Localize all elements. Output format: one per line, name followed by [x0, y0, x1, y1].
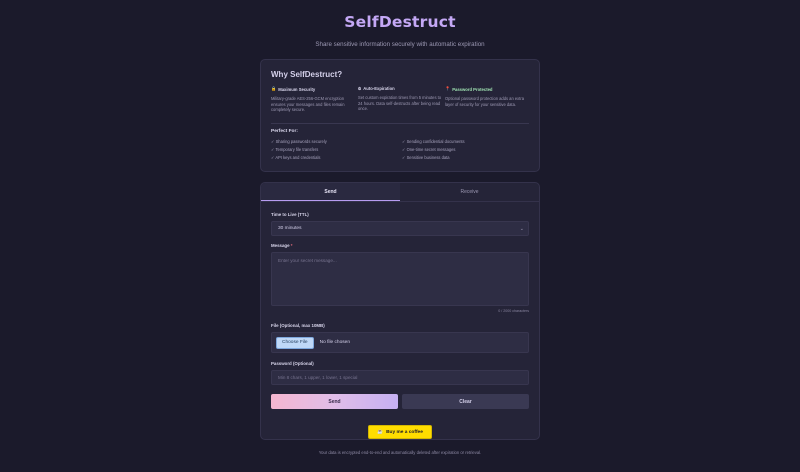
list-item: ✓ Sending confidential documents — [402, 138, 465, 144]
buy-coffee-button[interactable]: ☕ Buy me a coffee — [368, 425, 432, 439]
password-input[interactable]: Min 8 chars, 1 upper, 1 lower, 1 special — [271, 370, 529, 385]
ttl-label: Time to Live (TTL) — [271, 212, 309, 217]
tab-receive[interactable]: Receive — [400, 183, 539, 201]
password-placeholder: Min 8 chars, 1 upper, 1 lower, 1 special — [278, 375, 358, 380]
coffee-label: Buy me a coffee — [386, 429, 423, 435]
file-status: No file chosen — [319, 340, 351, 345]
info-title: Why SelfDestruct? — [271, 70, 343, 79]
list-item: ✓ Temporary file transfers — [271, 147, 319, 153]
feature-desc: Optional password protection adds an ext… — [445, 96, 524, 107]
info-card: Why SelfDestruct? 🔒 Maximum Security Mil… — [260, 59, 540, 172]
feature-list: 🔒 Maximum Security Military-grade AES-25… — [271, 86, 529, 113]
clear-button[interactable]: Clear — [402, 394, 529, 409]
choose-file-button[interactable]: Choose File — [276, 336, 314, 349]
feature-title: Password Protected — [452, 86, 493, 92]
perfect-for-list: ✓ Sharing passwords securely ✓ Sending c… — [271, 139, 529, 161]
hero: SelfDestruct Share sensitive information… — [0, 0, 800, 48]
feature-title: Auto-Expiration — [363, 86, 395, 91]
timer-icon: ⏲ — [358, 86, 362, 91]
lock-icon: 🔒 — [271, 86, 277, 91]
coffee-wrap: ☕ Buy me a coffee — [271, 425, 529, 439]
send-button[interactable]: Send — [271, 394, 398, 409]
coffee-icon: ☕ — [377, 429, 384, 435]
list-item: ✓ API keys and credentials — [271, 155, 321, 161]
password-label: Password (Optional) — [271, 361, 314, 366]
footer-note: Your data is encrypted end-to-end and au… — [318, 450, 482, 455]
pin-icon: 📍 — [445, 86, 451, 91]
feature-password: 📍 Password Protected Optional password p… — [445, 86, 529, 113]
feature-desc: Set custom expiration times from 5 minut… — [358, 95, 442, 112]
char-counter: 0 / 2000 characters — [498, 309, 529, 313]
perfect-for-title: Perfect For: — [271, 128, 298, 134]
tab-send[interactable]: Send — [261, 183, 400, 201]
form-actions: Send Clear — [271, 394, 529, 409]
ttl-value: 30 minutes — [278, 226, 302, 231]
list-item: ✓ Sharing passwords securely — [271, 138, 327, 144]
feature-expiration: ⏲ Auto-Expiration Set custom expiration … — [358, 86, 442, 113]
app-title: SelfDestruct — [344, 13, 456, 31]
send-form: Time to Live (TTL) 30 minutes ⌄ Message … — [261, 212, 539, 439]
form-card: Send Receive Time to Live (TTL) 30 minut… — [260, 182, 540, 440]
feature-security: 🔒 Maximum Security Military-grade AES-25… — [271, 86, 355, 113]
list-item: ✓ Sensitive business data — [402, 155, 450, 161]
divider — [271, 122, 529, 124]
message-label-text: Message — [271, 243, 290, 248]
feature-desc: Military-grade AES-256-GCM encryption en… — [271, 96, 345, 113]
list-item: ✓ One-time secret messages — [402, 147, 456, 153]
app-subtitle: Share sensitive information securely wit… — [315, 41, 485, 48]
feature-title: Maximum Security — [278, 86, 316, 92]
message-input[interactable]: Enter your secret message... — [271, 252, 529, 306]
message-label: Message * — [271, 243, 529, 248]
tab-bar: Send Receive — [261, 183, 539, 202]
file-label: File (Optional, max 10MB) — [271, 323, 325, 328]
file-input: Choose File No file chosen — [271, 332, 529, 353]
required-marker: * — [290, 243, 293, 248]
chevron-down-icon: ⌄ — [519, 225, 524, 232]
message-placeholder: Enter your secret message... — [278, 258, 337, 263]
ttl-select[interactable]: 30 minutes ⌄ — [271, 221, 529, 236]
